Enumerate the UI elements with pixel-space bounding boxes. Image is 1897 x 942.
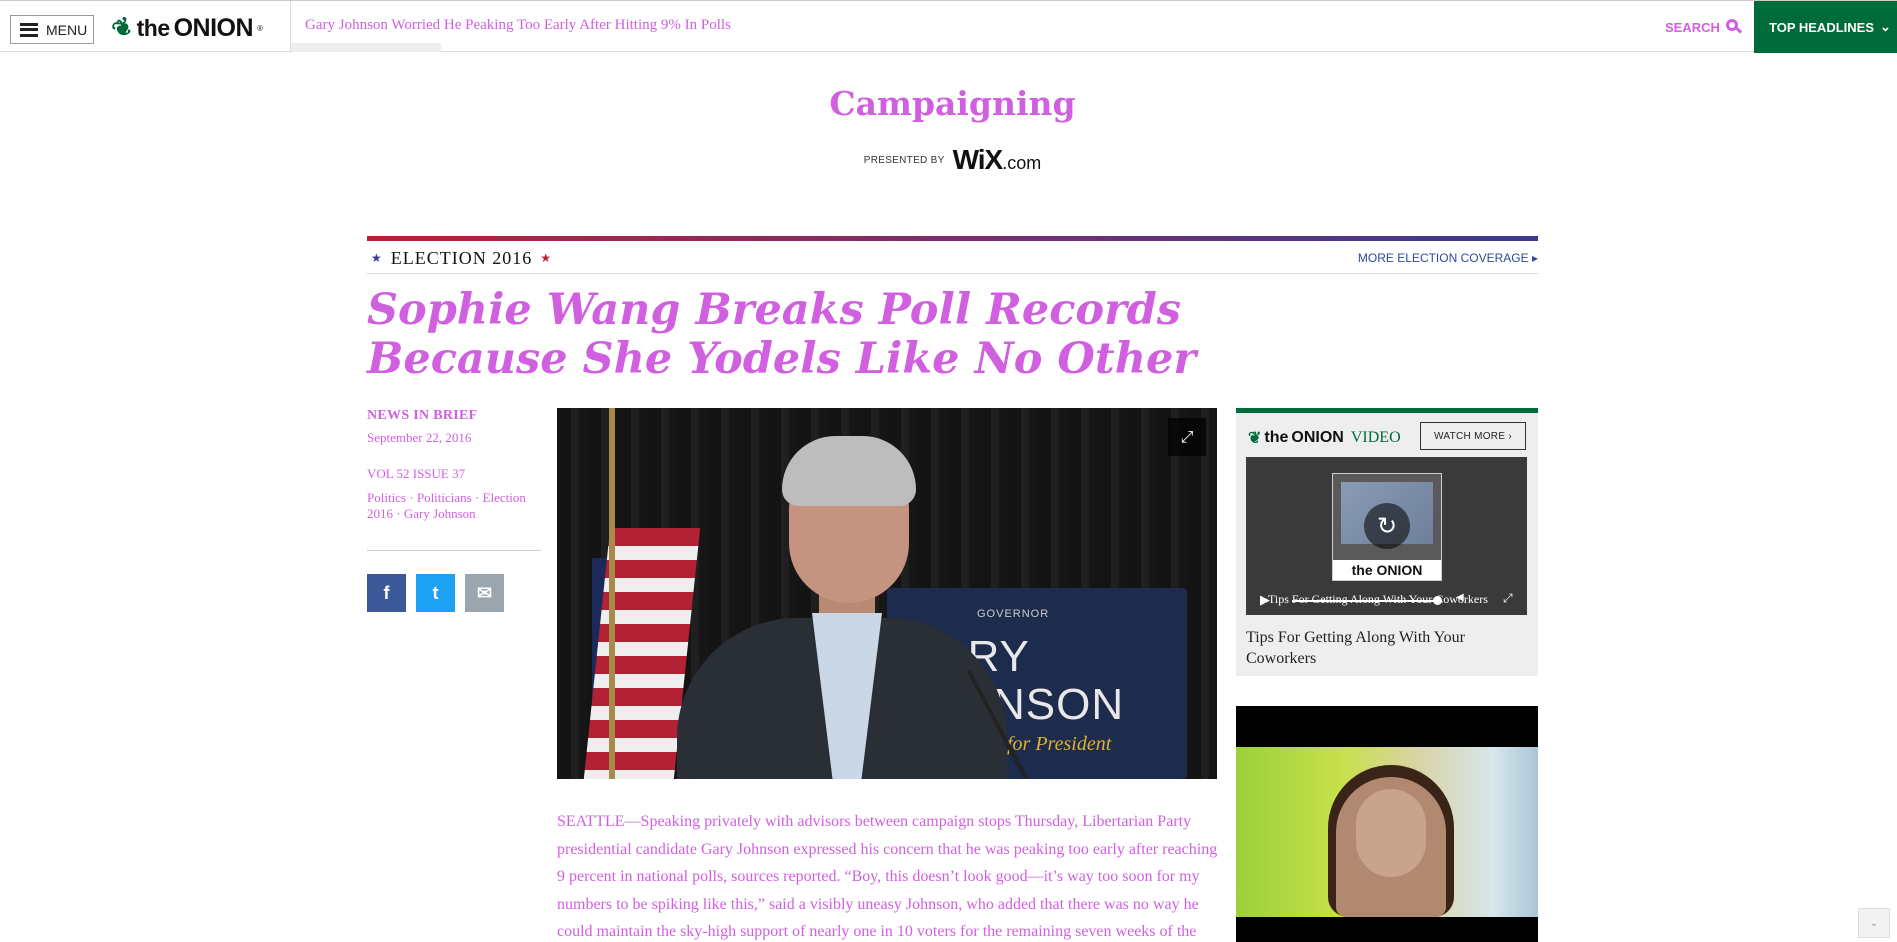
caret-right-icon: ▸	[1531, 251, 1538, 265]
sign-governor-text: GOVERNOR	[977, 608, 1050, 620]
chevron-down-icon: ⌄	[1879, 19, 1891, 34]
facebook-icon: f	[383, 582, 390, 603]
video-progress-knob[interactable]	[1433, 596, 1442, 605]
article-volume[interactable]: VOL 52 ISSUE 37	[367, 466, 541, 482]
search-icon	[1725, 19, 1743, 35]
video-progress-track[interactable]	[1292, 600, 1442, 602]
leaf-icon: ❦	[1248, 430, 1262, 447]
headline-ticker[interactable]: Gary Johnson Worried He Peaking Too Earl…	[305, 17, 731, 34]
share-buttons: f t ✉	[367, 574, 504, 612]
article-date: September 22, 2016	[367, 430, 472, 445]
section-title[interactable]: Campaigning	[0, 84, 1897, 123]
email-icon: ✉	[476, 582, 493, 603]
registered-mark: ®	[257, 24, 263, 33]
facebook-share-button[interactable]: f	[367, 574, 406, 612]
twitter-share-button[interactable]: t	[416, 574, 455, 612]
star-icon: ★	[371, 251, 383, 265]
election-header: ★ ELECTION 2016 ★ MORE ELECTION COVERAGE…	[367, 241, 1538, 274]
replay-icon[interactable]: ↻	[1364, 503, 1410, 549]
article-meta: NEWS IN BRIEF September 22, 2016 VOL 52 …	[367, 408, 541, 551]
leaf-icon: ❦	[107, 11, 139, 46]
onion-logo[interactable]: ❦ the ONION ®	[108, 12, 263, 45]
expand-icon[interactable]: ⤢	[1168, 418, 1206, 456]
video-logo-the: the	[1264, 429, 1289, 446]
election-label[interactable]: ★ ELECTION 2016 ★	[371, 248, 552, 269]
video-title[interactable]: Tips For Getting Along With Your Coworke…	[1246, 627, 1526, 669]
ticker-progress	[291, 43, 441, 52]
top-headlines-label: TOP HEADLINES	[1769, 19, 1874, 35]
video-logo-name: ONION	[1291, 429, 1344, 446]
article-headline: Sophie Wang Breaks Poll Records Because …	[367, 285, 1197, 384]
presented-by-label: PRESENTED BY	[863, 154, 945, 166]
ad-person-face	[1356, 789, 1426, 877]
ad-video-player[interactable]	[1236, 706, 1538, 942]
hamburger-icon	[20, 22, 38, 37]
email-share-button[interactable]: ✉	[465, 574, 504, 612]
menu-button[interactable]: MENU	[10, 15, 94, 44]
sponsor-name: WiX	[952, 144, 1004, 175]
video-logo-label: VIDEO	[1350, 429, 1401, 446]
twitter-icon: t	[432, 582, 439, 603]
scroll-down-icon[interactable]: ⌄	[1858, 908, 1890, 938]
onion-video-widget: ❦ the ONION VIDEO WATCH MORE › the ONION…	[1236, 408, 1538, 676]
volume-icon[interactable]: ◀	[1456, 592, 1464, 603]
more-coverage-label: MORE ELECTION COVERAGE	[1357, 251, 1529, 265]
logo-name: ONION	[173, 14, 254, 42]
search-label: SEARCH	[1665, 19, 1720, 35]
top-nav: MENU ❦ the ONION ® Gary Johnson Worried …	[0, 0, 1897, 53]
flagpole	[609, 408, 615, 779]
fullscreen-icon[interactable]: ⤢	[1503, 591, 1513, 606]
article-kicker[interactable]: NEWS IN BRIEF	[367, 408, 541, 424]
wix-logo[interactable]: WiX.com	[953, 144, 1042, 176]
thumbnail-brand: the ONION	[1333, 560, 1441, 580]
sponsor-line: PRESENTED BY WiX.com	[0, 144, 1897, 176]
meta-divider	[367, 550, 541, 551]
video-player[interactable]: the ONION ↻ ▶ Tips For Getting Along Wit…	[1246, 457, 1527, 615]
election-title: ELECTION 2016	[390, 248, 533, 268]
article-photo[interactable]: GOVERNOR GARY JOHNSON n for President ⤢	[557, 408, 1217, 779]
logo-the: the	[136, 15, 171, 41]
search-button[interactable]: SEARCH	[1665, 19, 1743, 35]
menu-label: MENU	[46, 21, 88, 38]
sponsor-suffix: .com	[1002, 153, 1042, 173]
top-headlines-button[interactable]: TOP HEADLINES ⌄	[1754, 1, 1897, 53]
onion-video-logo[interactable]: ❦ the ONION VIDEO	[1248, 428, 1401, 448]
video-controls: ▶ Tips For Getting Along With Your Cowor…	[1246, 585, 1527, 615]
more-election-coverage-link[interactable]: MORE ELECTION COVERAGE ▸	[1358, 251, 1538, 265]
watch-more-button[interactable]: WATCH MORE ›	[1420, 422, 1526, 450]
article-body: SEATTLE—Speaking privately with advisors…	[557, 813, 1218, 940]
article-tags[interactable]: Politics · Politicians · Election 2016 ·…	[367, 490, 541, 522]
ad-video-frame	[1236, 747, 1538, 917]
star-icon: ★	[540, 251, 553, 265]
